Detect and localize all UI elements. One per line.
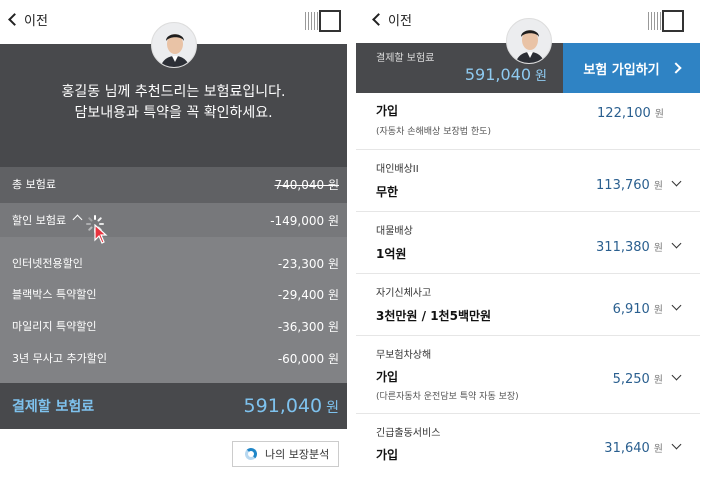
back-chevron-icon: [8, 13, 21, 26]
coverage-list: 가입 (자동차 손해배상 보장법 한도) 122,100 원 대인배상II 무한 …: [356, 93, 700, 474]
total-premium-value: 740,040 원: [274, 177, 339, 192]
coverage-price-unit: 원: [653, 444, 663, 455]
menu-icon[interactable]: [305, 10, 341, 32]
discount-premium-value: -149,000 원: [270, 213, 339, 228]
coverage-price-unit: 원: [654, 109, 664, 120]
back-label: 이전: [24, 14, 48, 29]
coverage-price: 113,760 원: [596, 177, 663, 193]
coverage-price-unit: 원: [653, 375, 663, 386]
coverage-price-value: 5,250: [612, 372, 650, 387]
coverage-note: (자동차 손해배상 보장법 한도): [376, 127, 491, 137]
discount-premium-label: 할인 보험료: [12, 214, 67, 227]
back-chevron-icon: [372, 13, 385, 26]
coverage-analysis-button[interactable]: 나의 보장분석: [232, 441, 339, 467]
discount-item-value: -29,400 원: [277, 287, 339, 302]
coverage-item: 가입 (자동차 손해배상 보장법 한도) 122,100 원: [356, 93, 700, 150]
coverage-item[interactable]: 대인배상II 무한 113,760 원: [356, 150, 700, 212]
coverage-item[interactable]: 긴급출동서비스 가입 31,640 원: [356, 414, 700, 474]
chevron-down-icon[interactable]: [671, 439, 682, 450]
coverage-analysis-label: 나의 보장분석: [265, 448, 330, 461]
coverage-name: 무보험차상해: [376, 350, 432, 361]
discount-item-label: 마일리지 특약할인: [12, 320, 97, 333]
total-premium-label: 총 보험료: [12, 178, 56, 191]
left-screen: 이전 홍길동 님께 추천드리는 보험료입니다. 담보내용과 특약을 꼭 확인하세…: [0, 0, 347, 490]
payment-unit: 원: [326, 400, 339, 416]
chevron-down-icon[interactable]: [671, 176, 682, 187]
coverage-value: 가입: [376, 448, 399, 462]
donut-chart-icon: [245, 448, 257, 460]
coverage-value: 가입: [376, 370, 399, 384]
recommendation-text: 홍길동 님께 추천드리는 보험료입니다. 담보내용과 특약을 꼭 확인하세요.: [0, 82, 347, 124]
coverage-price: 6,910 원: [613, 301, 663, 317]
right-screen: 이전 결제할 보험료 591,040 원 보험 가입하기 가입 (자동차 손해배상…: [356, 0, 700, 490]
coverage-name: 대물배상: [376, 226, 413, 237]
coverage-name: 자기신체사고: [376, 288, 432, 299]
total-premium-row: 총 보험료 740,040 원: [0, 174, 347, 194]
chevron-down-icon[interactable]: [671, 300, 682, 311]
discount-item: 3년 무사고 추가할인 -60,000 원: [0, 348, 347, 368]
discount-item-value: -36,300 원: [277, 319, 339, 334]
coverage-value: 3천만원 / 1천5백만원: [376, 309, 492, 323]
coverage-item[interactable]: 대물배상 1억원 311,380 원: [356, 212, 700, 274]
payment-bar: 결제할 보험료 591,040 원: [0, 383, 347, 429]
join-insurance-button[interactable]: 보험 가입하기: [563, 43, 700, 93]
coverage-price-unit: 원: [653, 181, 663, 192]
payment-amount: 591,040 원: [465, 65, 547, 84]
coverage-price: 311,380 원: [596, 239, 663, 255]
back-button[interactable]: 이전: [372, 10, 412, 29]
coverage-name: 대인배상II: [376, 164, 419, 175]
chevron-right-icon: [669, 62, 682, 74]
back-button[interactable]: 이전: [8, 10, 48, 29]
chevron-down-icon[interactable]: [671, 370, 682, 381]
discount-item-label: 인터넷전용할인: [12, 257, 83, 270]
coverage-value: 1억원: [376, 247, 407, 261]
discount-item: 블랙박스 특약할인 -29,400 원: [0, 284, 347, 304]
coverage-price: 122,100 원: [597, 105, 664, 121]
coverage-value: 가입: [376, 104, 399, 118]
discount-item-value: -23,300 원: [277, 256, 339, 271]
discount-item-label: 3년 무사고 추가할인: [12, 352, 107, 365]
discount-item: 마일리지 특약할인 -36,300 원: [0, 316, 347, 336]
mouse-cursor-icon: [94, 223, 108, 244]
coverage-price: 5,250 원: [613, 371, 663, 387]
coverage-item[interactable]: 자기신체사고 3천만원 / 1천5백만원 6,910 원: [356, 274, 700, 336]
coverage-price-value: 6,910: [612, 302, 650, 317]
join-insurance-label: 보험 가입하기: [583, 62, 660, 78]
coverage-price: 31,640 원: [604, 440, 663, 456]
coverage-item[interactable]: 무보험차상해 가입 (다른자동차 운전담보 특약 자동 보장) 5,250 원: [356, 336, 700, 414]
back-label: 이전: [388, 14, 412, 29]
payment-amount-value: 591,040: [243, 395, 323, 417]
discount-item-value: -60,000 원: [277, 351, 339, 366]
coverage-price-value: 31,640: [604, 441, 650, 456]
headline-line-2: 담보내용과 특약을 꼭 확인하세요.: [74, 105, 273, 121]
avatar: [506, 18, 552, 64]
payment-label: 결제할 보험료: [12, 399, 95, 415]
avatar: [151, 22, 197, 68]
menu-icon[interactable]: [648, 10, 684, 32]
coverage-price-unit: 원: [653, 305, 663, 316]
coverage-price-value: 113,760: [596, 178, 650, 193]
discount-item-label: 블랙박스 특약할인: [12, 288, 97, 301]
discount-premium-row[interactable]: 할인 보험료 -149,000 원: [0, 203, 347, 237]
payment-unit: 원: [535, 69, 547, 84]
payment-amount-value: 591,040: [464, 65, 532, 84]
chevron-up-icon[interactable]: [72, 214, 83, 225]
coverage-value: 무한: [376, 185, 399, 199]
coverage-note: (다른자동차 운전담보 특약 자동 보장): [376, 392, 519, 402]
coverage-price-value: 122,100: [597, 106, 651, 121]
coverage-price-unit: 원: [653, 243, 663, 254]
chevron-down-icon[interactable]: [671, 238, 682, 249]
coverage-name: 긴급출동서비스: [376, 428, 441, 439]
payment-label: 결제할 보험료: [376, 53, 435, 64]
discount-item: 인터넷전용할인 -23,300 원: [0, 253, 347, 273]
coverage-price-value: 311,380: [596, 240, 650, 255]
headline-line-1: 홍길동 님께 추천드리는 보험료입니다.: [61, 84, 286, 100]
payment-amount: 591,040 원: [244, 395, 339, 417]
